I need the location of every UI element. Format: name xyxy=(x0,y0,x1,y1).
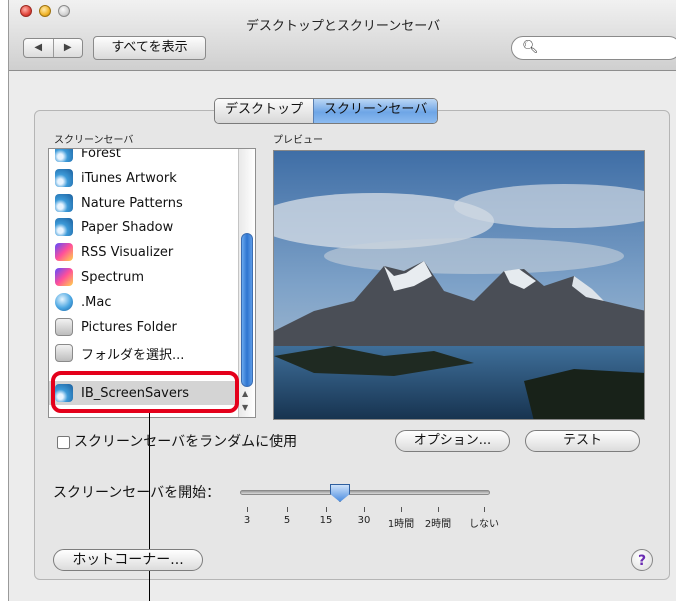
list-item[interactable]: Spectrum xyxy=(55,265,144,289)
slider-tick-label: 15 xyxy=(319,515,333,526)
list-item[interactable]: Pictures Folder xyxy=(55,315,177,339)
list-item-label: Forest xyxy=(81,148,121,161)
tab-screensaver[interactable]: スクリーンセーバ xyxy=(313,99,438,123)
forward-button[interactable]: ▶ xyxy=(54,39,83,57)
list-item[interactable]: RSS Visualizer xyxy=(55,240,173,264)
list-item-label: iTunes Artwork xyxy=(81,170,177,186)
slider-tick-label: 3 xyxy=(243,515,251,526)
list-item-label: フォルダを選択... xyxy=(81,347,185,363)
folder-icon xyxy=(55,344,73,362)
list-item[interactable]: フォルダを選択... xyxy=(55,341,184,365)
spiral-icon xyxy=(55,194,73,212)
slider-tick xyxy=(247,507,248,512)
options-button[interactable]: オプション... xyxy=(395,430,510,452)
window-title: デスクトップとスクリーンセーバ xyxy=(245,19,441,34)
slider-tick-label: 30 xyxy=(357,515,371,526)
show-all-button[interactable]: すべてを表示 xyxy=(93,36,206,60)
slider-tick xyxy=(364,507,365,512)
list-item-label: Nature Patterns xyxy=(81,195,183,211)
scroll-down-icon[interactable]: ▼ xyxy=(242,403,248,412)
slider-tick-label: 2時間 xyxy=(424,519,452,530)
preview-label: プレビュー xyxy=(273,135,323,146)
list-item[interactable]: .Mac xyxy=(55,290,111,314)
back-button[interactable]: ◀ xyxy=(24,39,54,57)
landscape-image xyxy=(274,151,644,419)
tab-desktop[interactable]: デスクトップ xyxy=(215,99,314,123)
start-label: スクリーンセーバを開始： xyxy=(53,485,221,501)
tab-bar: デスクトップ スクリーンセーバ xyxy=(214,98,439,124)
spiral-icon xyxy=(55,218,73,236)
slider-tick xyxy=(484,507,485,512)
list-item-label: Pictures Folder xyxy=(81,319,177,335)
globe-icon xyxy=(55,293,73,311)
title-bar: デスクトップとスクリーンセーバ ◀ ▶ すべてを表示 🔍︎ xyxy=(9,0,676,71)
rss-icon xyxy=(55,243,73,261)
list-item[interactable]: iTunes Artwork xyxy=(55,166,177,190)
search-icon: 🔍︎ xyxy=(522,40,539,55)
list-item-label: Spectrum xyxy=(81,269,144,285)
slider-tick-label: 1時間 xyxy=(387,519,415,530)
picture-icon xyxy=(55,318,73,336)
slider-tick-label: しない xyxy=(469,519,499,530)
list-item[interactable]: Forest xyxy=(55,148,121,165)
slider-tick-label: 5 xyxy=(283,515,291,526)
spectrum-icon xyxy=(55,268,73,286)
list-item-label: RSS Visualizer xyxy=(81,244,174,260)
scroll-up-icon[interactable]: ▲ xyxy=(242,389,248,398)
scrollbar-thumb[interactable] xyxy=(241,233,253,387)
slider-tick xyxy=(438,507,439,512)
list-item[interactable]: Nature Patterns xyxy=(55,191,183,215)
hot-corners-button[interactable]: ホットコーナー... xyxy=(53,549,203,571)
list-item-label: .Mac xyxy=(81,294,112,310)
nav-buttons: ◀ ▶ xyxy=(23,38,83,58)
test-button[interactable]: テスト xyxy=(525,430,640,452)
random-label: スクリーンセーバをランダムに使用 xyxy=(74,434,298,450)
list-item[interactable]: Paper Shadow xyxy=(55,215,173,239)
start-slider-track[interactable] xyxy=(240,490,490,495)
screensaver-preview xyxy=(273,150,645,420)
list-item-label: Paper Shadow xyxy=(81,219,174,235)
screensaver-list-header: スクリーンセーバ xyxy=(54,135,134,146)
spiral-icon xyxy=(55,169,73,187)
selection-highlight-frame xyxy=(51,371,239,413)
random-checkbox[interactable] xyxy=(57,436,70,449)
slider-tick xyxy=(326,507,327,512)
slider-tick xyxy=(401,507,402,512)
search-field[interactable]: 🔍︎ xyxy=(511,36,676,60)
help-icon[interactable]: ? xyxy=(631,549,653,571)
slider-tick xyxy=(287,507,288,512)
spiral-icon xyxy=(55,149,73,162)
list-scrollbar[interactable]: ▲ ▼ xyxy=(238,149,255,417)
